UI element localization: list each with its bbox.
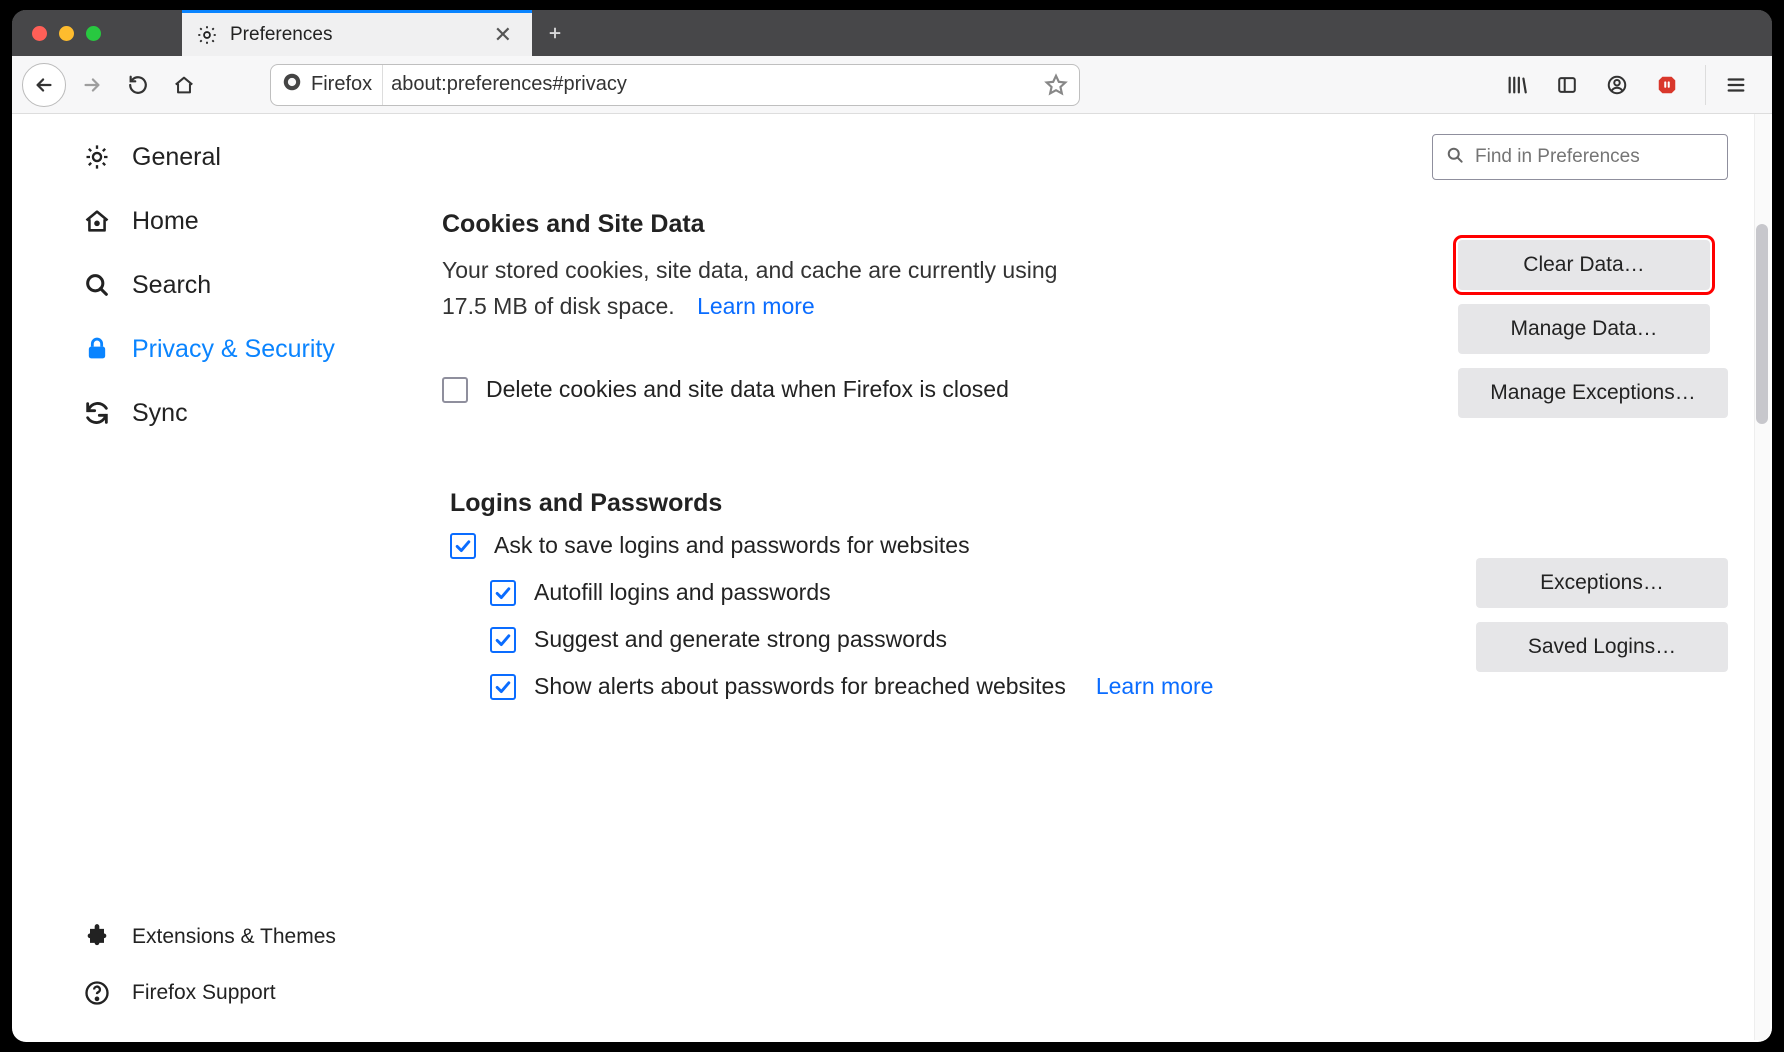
minimize-window-button[interactable] <box>59 26 74 41</box>
preferences-search-input[interactable] <box>1475 146 1715 168</box>
tab-close-button[interactable]: ✕ <box>488 22 518 48</box>
app-menu-button[interactable] <box>1718 65 1754 105</box>
preferences-search[interactable] <box>1432 134 1728 180</box>
sidebar-label: Search <box>132 271 211 300</box>
window-controls <box>12 10 182 56</box>
saved-logins-button[interactable]: Saved Logins… <box>1476 622 1728 672</box>
ask-to-save-label: Ask to save logins and passwords for web… <box>494 532 970 559</box>
sidebar-label: Sync <box>132 399 188 428</box>
identity-box[interactable]: Firefox <box>281 65 383 105</box>
logins-heading: Logins and Passwords <box>450 489 1752 518</box>
vertical-scrollbar[interactable] <box>1754 114 1770 1040</box>
gear-icon <box>82 142 112 172</box>
sidebar-item-search[interactable]: Search <box>82 270 422 300</box>
close-window-button[interactable] <box>32 26 47 41</box>
suggest-label: Suggest and generate strong passwords <box>534 626 947 653</box>
sidebar-label: Extensions & Themes <box>132 925 336 949</box>
bookmark-star-icon[interactable] <box>1043 72 1069 98</box>
cookies-description: Your stored cookies, site data, and cach… <box>442 253 1062 324</box>
home-icon <box>82 206 112 236</box>
sidebar-label: Firefox Support <box>132 981 276 1005</box>
account-button[interactable] <box>1599 65 1635 105</box>
forward-button[interactable] <box>72 65 112 105</box>
search-icon <box>1445 145 1465 170</box>
reload-button[interactable] <box>118 65 158 105</box>
browser-window: Preferences ✕ Firefox about:pre <box>12 10 1772 1042</box>
back-button[interactable] <box>22 63 66 107</box>
cookies-learn-more-link[interactable]: Learn more <box>697 293 815 319</box>
manage-exceptions-button[interactable]: Manage Exceptions… <box>1458 368 1728 418</box>
scrollbar-thumb[interactable] <box>1756 224 1768 424</box>
delete-on-close-label: Delete cookies and site data when Firefo… <box>486 376 1009 403</box>
ask-to-save-row[interactable]: Ask to save logins and passwords for web… <box>450 532 1752 559</box>
tab-strip: Preferences ✕ <box>12 10 1772 56</box>
sync-icon <box>82 398 112 428</box>
adblock-icon[interactable] <box>1649 65 1685 105</box>
checkbox-checked-icon[interactable] <box>450 533 476 559</box>
gear-icon <box>196 24 218 46</box>
checkbox-unchecked-icon[interactable] <box>442 377 468 403</box>
preferences-content: General Home Search <box>12 114 1772 1042</box>
preferences-main: Cookies and Site Data Your stored cookie… <box>422 114 1772 1042</box>
cookies-buttons: Clear Data… Manage Data… Manage Exceptio… <box>1458 240 1728 418</box>
help-icon <box>82 978 112 1008</box>
url-text: about:preferences#privacy <box>391 73 1035 96</box>
tab-preferences[interactable]: Preferences ✕ <box>182 10 532 56</box>
autofill-label: Autofill logins and passwords <box>534 579 831 606</box>
sidebar-label: Home <box>132 207 199 236</box>
checkbox-checked-icon[interactable] <box>490 580 516 606</box>
identity-label: Firefox <box>311 73 372 96</box>
lock-icon <box>82 334 112 364</box>
home-button[interactable] <box>164 65 204 105</box>
sidebar-item-privacy[interactable]: Privacy & Security <box>82 334 422 364</box>
sidebar-item-sync[interactable]: Sync <box>82 398 422 428</box>
clear-data-button[interactable]: Clear Data… <box>1458 240 1710 290</box>
tab-title: Preferences <box>230 24 476 46</box>
sidebar-item-home[interactable]: Home <box>82 206 422 236</box>
toolbar-right <box>1499 65 1762 105</box>
sidebar-item-general[interactable]: General <box>82 142 422 172</box>
puzzle-icon <box>82 922 112 952</box>
preferences-sidebar: General Home Search <box>12 114 422 1042</box>
sidebar-item-extensions[interactable]: Extensions & Themes <box>82 922 422 952</box>
alerts-label: Show alerts about passwords for breached… <box>534 673 1066 700</box>
maximize-window-button[interactable] <box>86 26 101 41</box>
logins-buttons: Exceptions… Saved Logins… <box>1476 558 1728 672</box>
checkbox-checked-icon[interactable] <box>490 627 516 653</box>
new-tab-button[interactable] <box>532 10 578 56</box>
manage-data-button[interactable]: Manage Data… <box>1458 304 1710 354</box>
sidebar-item-support[interactable]: Firefox Support <box>82 978 422 1008</box>
search-icon <box>82 270 112 300</box>
sidebar-label: Privacy & Security <box>132 335 335 364</box>
library-button[interactable] <box>1499 65 1535 105</box>
cookies-heading: Cookies and Site Data <box>442 210 1752 239</box>
url-bar[interactable]: Firefox about:preferences#privacy <box>270 64 1080 106</box>
alerts-row[interactable]: Show alerts about passwords for breached… <box>490 673 1752 700</box>
sidebar-label: General <box>132 143 221 172</box>
firefox-logo-icon <box>281 71 303 98</box>
logins-exceptions-button[interactable]: Exceptions… <box>1476 558 1728 608</box>
sidebar-button[interactable] <box>1549 65 1585 105</box>
toolbar: Firefox about:preferences#privacy <box>12 56 1772 114</box>
checkbox-checked-icon[interactable] <box>490 674 516 700</box>
logins-learn-more-link[interactable]: Learn more <box>1096 673 1214 700</box>
